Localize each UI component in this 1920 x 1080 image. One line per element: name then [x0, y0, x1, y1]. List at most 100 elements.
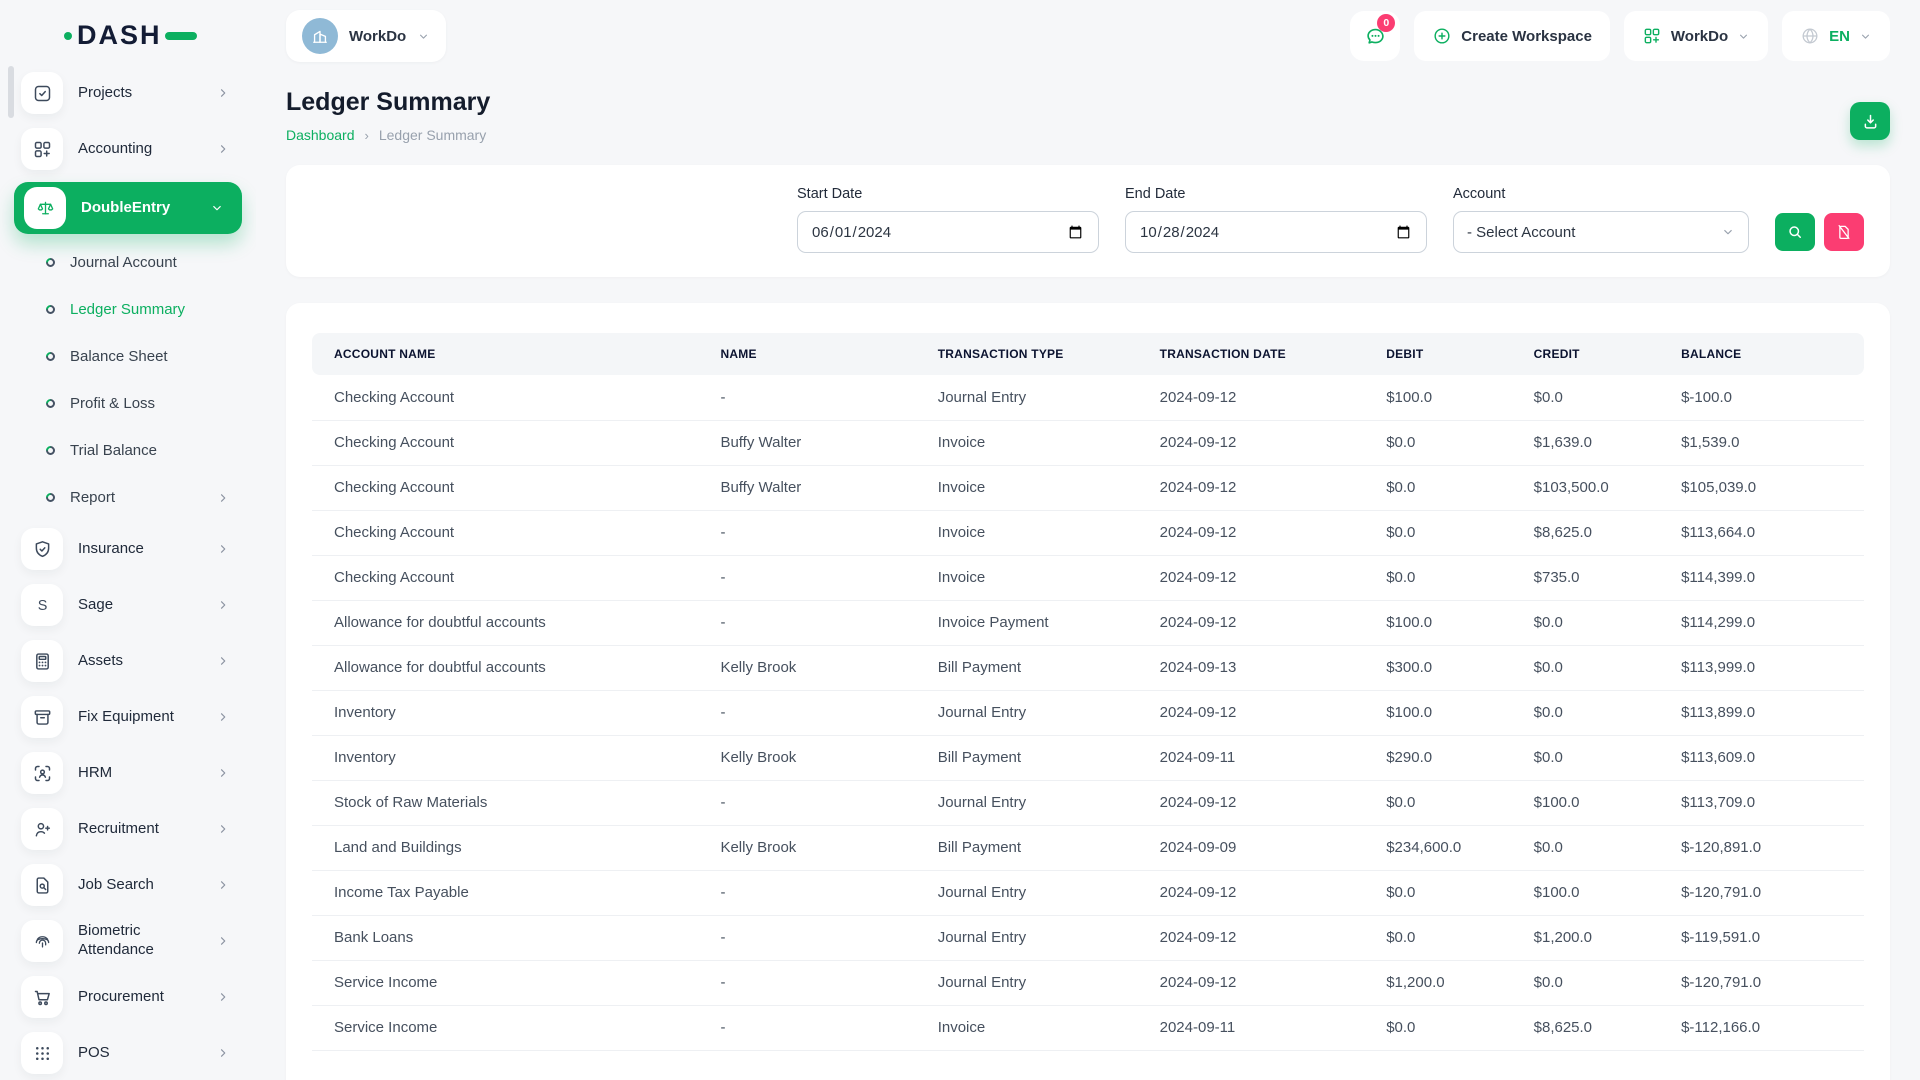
- sidebar-item-label: Sage: [78, 596, 113, 615]
- account-select-value: - Select Account: [1467, 224, 1575, 241]
- topbar: WorkDo 0 Create Workspace WorkDo EN: [256, 0, 1920, 72]
- bullet-icon: [44, 256, 57, 269]
- cell-name: -: [698, 915, 915, 960]
- create-workspace-label: Create Workspace: [1461, 28, 1592, 45]
- column-header-account-name: ACCOUNT NAME: [312, 333, 698, 375]
- messages-button[interactable]: 0: [1350, 11, 1400, 61]
- cell-transaction-date: 2024-09-12: [1138, 780, 1365, 825]
- sidebar-item-label: Insurance: [78, 540, 144, 559]
- sidebar-subitem-label: Report: [70, 489, 115, 506]
- sidebar-item-job-search[interactable]: Job Search: [0, 857, 256, 913]
- sidebar-item-doubleentry[interactable]: DoubleEntry: [14, 182, 242, 234]
- filter-bar: Start Date End Date Account - Select Acc…: [286, 165, 1890, 277]
- sidebar-item-recruitment[interactable]: Recruitment: [0, 801, 256, 857]
- breadcrumb-dashboard-link[interactable]: Dashboard: [286, 127, 355, 143]
- sidebar-item-accounting[interactable]: Accounting: [0, 121, 256, 177]
- apply-filter-button[interactable]: [1775, 213, 1815, 251]
- cell-balance: $113,899.0: [1659, 690, 1864, 735]
- cell-transaction-type: Invoice: [916, 555, 1138, 600]
- cell-name: -: [698, 510, 915, 555]
- table-row: Checking AccountBuffy WalterInvoice2024-…: [312, 465, 1864, 510]
- sidebar-subitem-ledger-summary[interactable]: Ledger Summary: [0, 286, 256, 333]
- cell-debit: $0.0: [1364, 870, 1511, 915]
- cell-balance: $105,039.0: [1659, 465, 1864, 510]
- table-body: Checking Account-Journal Entry2024-09-12…: [312, 375, 1864, 1050]
- sidebar-subitem-report[interactable]: Report: [0, 474, 256, 521]
- cell-transaction-date: 2024-09-11: [1138, 1005, 1365, 1050]
- start-date-input[interactable]: [797, 211, 1099, 253]
- sidebar-item-sage[interactable]: S Sage: [0, 577, 256, 633]
- cell-transaction-date: 2024-09-12: [1138, 555, 1365, 600]
- sidebar-item-label: HRM: [78, 764, 112, 783]
- cell-account-name: Income Tax Payable: [312, 870, 698, 915]
- cell-balance: $-100.0: [1659, 375, 1864, 420]
- sidebar-item-assets[interactable]: Assets: [0, 633, 256, 689]
- cell-account-name: Checking Account: [312, 465, 698, 510]
- end-date-field: End Date: [1125, 186, 1427, 253]
- sidebar-item-fix-equipment[interactable]: Fix Equipment: [0, 689, 256, 745]
- cell-credit: $735.0: [1512, 555, 1659, 600]
- cell-credit: $0.0: [1512, 375, 1659, 420]
- sidebar-item-pos[interactable]: POS: [0, 1025, 256, 1080]
- chevron-right-icon: [216, 934, 230, 948]
- cell-debit: $234,600.0: [1364, 825, 1511, 870]
- workspace-selector[interactable]: WorkDo: [286, 10, 446, 62]
- create-workspace-button[interactable]: Create Workspace: [1414, 11, 1610, 61]
- cell-balance: $1,539.0: [1659, 420, 1864, 465]
- app-switcher-dropdown[interactable]: WorkDo: [1624, 11, 1768, 61]
- table-row: Allowance for doubtful accountsKelly Bro…: [312, 645, 1864, 690]
- cell-credit: $1,200.0: [1512, 915, 1659, 960]
- language-label: EN: [1829, 28, 1850, 45]
- cell-transaction-date: 2024-09-12: [1138, 960, 1365, 1005]
- sidebar-item-insurance[interactable]: Insurance: [0, 521, 256, 577]
- plus-circle-icon: [1432, 26, 1452, 46]
- chevron-right-icon: [216, 542, 230, 556]
- cell-balance: $-119,591.0: [1659, 915, 1864, 960]
- sidebar-subitem-journal-account[interactable]: Journal Account: [0, 239, 256, 286]
- account-select[interactable]: - Select Account: [1453, 211, 1749, 253]
- shield-check-icon: [21, 528, 63, 570]
- cell-balance: $-120,891.0: [1659, 825, 1864, 870]
- cell-name: Buffy Walter: [698, 420, 915, 465]
- sidebar-subitem-balance-sheet[interactable]: Balance Sheet: [0, 333, 256, 380]
- column-header-transaction-type: TRANSACTION TYPE: [916, 333, 1138, 375]
- calculator-icon: [21, 640, 63, 682]
- app-logo[interactable]: DASH: [0, 0, 256, 65]
- sidebar-scrollbar[interactable]: [8, 66, 14, 118]
- cell-transaction-date: 2024-09-12: [1138, 690, 1365, 735]
- cell-credit: $100.0: [1512, 870, 1659, 915]
- cart-icon: [21, 976, 63, 1018]
- chevron-down-icon: [1737, 30, 1750, 43]
- cell-name: Kelly Brook: [698, 645, 915, 690]
- cell-name: -: [698, 960, 915, 1005]
- topbar-actions: 0 Create Workspace WorkDo EN: [1350, 11, 1890, 61]
- fingerprint-icon: [21, 920, 63, 962]
- sidebar-item-procurement[interactable]: Procurement: [0, 969, 256, 1025]
- sidebar-subitem-trial-balance[interactable]: Trial Balance: [0, 427, 256, 474]
- messages-badge: 0: [1377, 14, 1395, 32]
- cell-name: -: [698, 555, 915, 600]
- bullet-icon: [44, 350, 57, 363]
- sidebar-item-hrm[interactable]: HRM: [0, 745, 256, 801]
- cell-transaction-type: Bill Payment: [916, 735, 1138, 780]
- table-row: InventoryKelly BrookBill Payment2024-09-…: [312, 735, 1864, 780]
- bullet-icon: [44, 491, 57, 504]
- chevron-right-icon: [216, 491, 230, 505]
- sidebar-item-projects[interactable]: Projects: [0, 65, 256, 121]
- chevron-right-icon: [216, 654, 230, 668]
- language-dropdown[interactable]: EN: [1782, 11, 1890, 61]
- cell-transaction-type: Bill Payment: [916, 825, 1138, 870]
- sidebar-subitem-profit-loss[interactable]: Profit & Loss: [0, 380, 256, 427]
- table-row: Checking Account-Journal Entry2024-09-12…: [312, 375, 1864, 420]
- export-button[interactable]: [1850, 102, 1890, 140]
- table-row: Land and BuildingsKelly BrookBill Paymen…: [312, 825, 1864, 870]
- end-date-input[interactable]: [1125, 211, 1427, 253]
- reset-filter-button[interactable]: [1824, 213, 1864, 251]
- cell-credit: $8,625.0: [1512, 510, 1659, 555]
- logo-text: DASH: [77, 20, 162, 51]
- sidebar-subitem-label: Journal Account: [70, 254, 177, 271]
- cell-transaction-type: Invoice: [916, 1005, 1138, 1050]
- sidebar-item-biometric-attendance[interactable]: Biometric Attendance: [0, 913, 256, 969]
- sidebar-item-label: Assets: [78, 652, 123, 671]
- chevron-right-icon: [216, 822, 230, 836]
